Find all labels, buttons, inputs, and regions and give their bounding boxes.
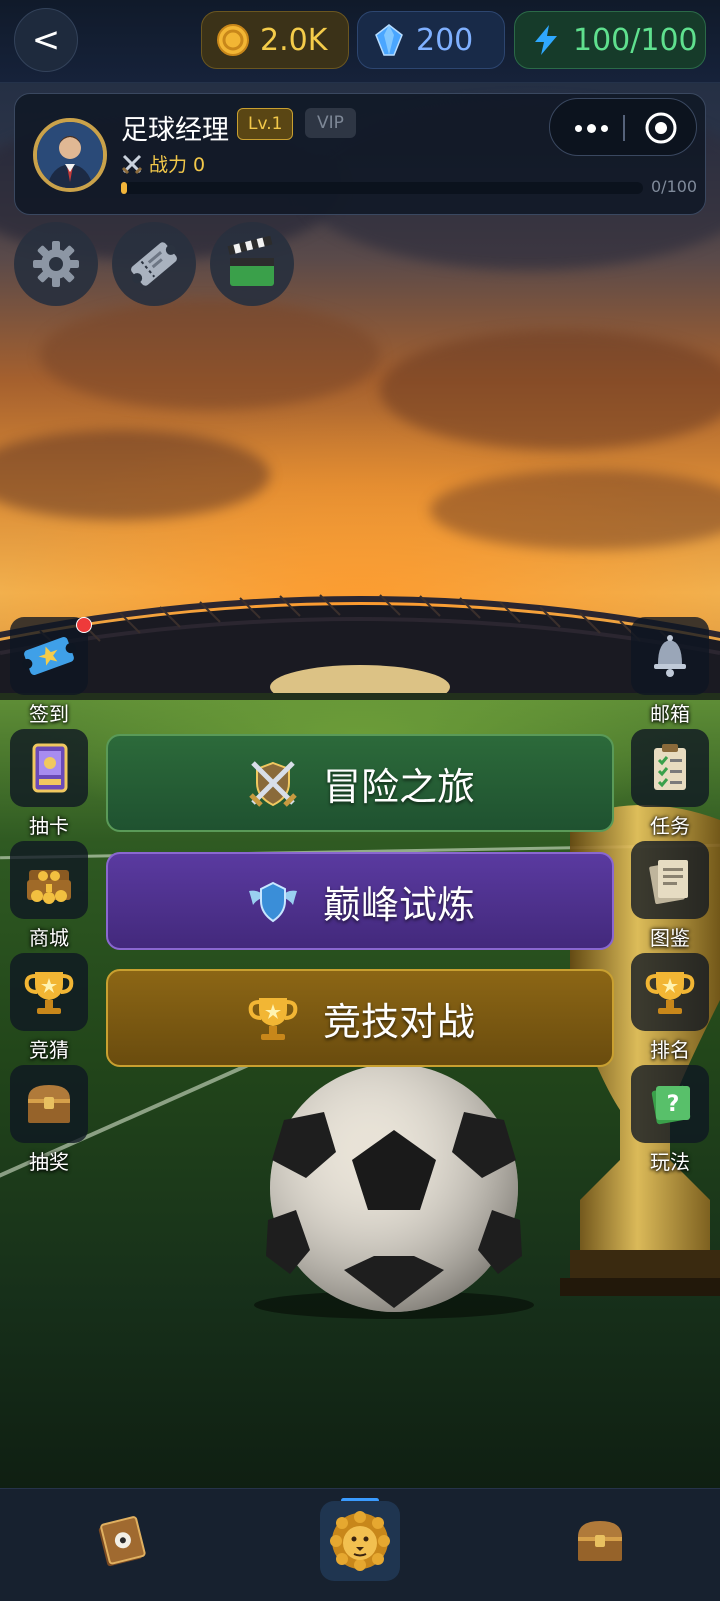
sidebar-item-tasks[interactable]: 任务 bbox=[630, 729, 710, 838]
winged-shield-icon bbox=[248, 881, 297, 923]
sidebar-item-shop[interactable]: 商城 bbox=[9, 841, 89, 950]
sidebar-item-label: 邮箱 bbox=[650, 702, 690, 726]
sidebar-item-label: 排名 bbox=[650, 1038, 690, 1062]
xp-text: 0/100 bbox=[651, 177, 698, 196]
gem-amount: 200 bbox=[416, 22, 474, 58]
level-badge: Lv.1 bbox=[237, 108, 294, 140]
back-button[interactable]: < bbox=[14, 8, 78, 72]
sidebar-item-checkin[interactable]: 签到 bbox=[9, 617, 89, 726]
settings-button[interactable] bbox=[14, 222, 98, 306]
crossed-swords-icon bbox=[121, 154, 143, 174]
chest-icon bbox=[28, 1085, 70, 1123]
capsule-divider bbox=[623, 115, 625, 141]
profile-card: 足球经理 Lv.1 VIP 战力 0 0/100 bbox=[14, 93, 706, 215]
sidebar-item-label: 抽奖 bbox=[29, 1150, 69, 1174]
chest-icon bbox=[578, 1521, 622, 1561]
more-button[interactable] bbox=[568, 110, 614, 146]
clapperboard-icon bbox=[227, 236, 274, 286]
papers-icon bbox=[649, 860, 688, 904]
xp-progress-bar bbox=[121, 182, 643, 194]
sidebar-item-ranking[interactable]: 排名 bbox=[630, 953, 710, 1062]
trophy-icon bbox=[24, 972, 74, 1014]
sidebar-item-label: 抽卡 bbox=[29, 814, 69, 838]
gem-icon bbox=[375, 24, 403, 56]
peak-trial-mode-button[interactable]: 巅峰试炼 bbox=[106, 852, 614, 950]
sidebar-item-label: 玩法 bbox=[650, 1150, 690, 1174]
sidebar-item-label: 签到 bbox=[29, 702, 69, 726]
sidebar-item-mailbox[interactable]: 邮箱 bbox=[630, 617, 710, 726]
bottom-nav bbox=[0, 1488, 720, 1601]
card-book-icon bbox=[98, 1516, 146, 1567]
avatar[interactable] bbox=[33, 118, 107, 192]
card-icon bbox=[32, 743, 68, 793]
sidebar-item-label: 图鉴 bbox=[650, 926, 690, 950]
sidebar-item-label: 商城 bbox=[29, 926, 69, 950]
ticket-icon bbox=[131, 242, 177, 286]
redeem-code-button[interactable] bbox=[112, 222, 196, 306]
sidebar-item-collection[interactable]: 图鉴 bbox=[630, 841, 710, 950]
manager-portrait-icon bbox=[37, 122, 103, 188]
help-book-icon: ? bbox=[651, 1085, 691, 1125]
energy-balance[interactable]: 100/100 bbox=[514, 11, 706, 69]
back-icon: < bbox=[31, 20, 61, 60]
mode-label: 巅峰试炼 bbox=[322, 882, 475, 927]
top-bar: < 2.0K 200 100/100 bbox=[0, 0, 720, 83]
energy-amount: 100/100 bbox=[573, 22, 698, 58]
arena-battle-mode-button[interactable]: 竞技对战 bbox=[106, 969, 614, 1067]
xp-progress-fill bbox=[121, 182, 127, 194]
video-button[interactable] bbox=[210, 222, 294, 306]
gear-icon bbox=[33, 241, 79, 287]
trophy-icon bbox=[248, 998, 298, 1040]
ticket-icon bbox=[22, 637, 76, 675]
treasure-gold-icon bbox=[27, 870, 71, 904]
gem-balance[interactable]: 200 bbox=[357, 11, 505, 69]
clipboard-icon bbox=[654, 744, 686, 790]
vip-badge[interactable]: VIP bbox=[305, 108, 356, 138]
miniprogram-capsule bbox=[549, 98, 697, 156]
mode-label: 竞技对战 bbox=[322, 999, 475, 1044]
sidebar-item-lottery[interactable]: 抽奖 bbox=[9, 1065, 89, 1174]
coin-balance[interactable]: 2.0K bbox=[201, 11, 349, 69]
lion-icon bbox=[330, 1511, 390, 1571]
nav-tab-chest[interactable] bbox=[560, 1501, 640, 1581]
player-name: 足球经理 bbox=[121, 115, 229, 146]
close-target-icon[interactable] bbox=[644, 111, 678, 145]
svg-text:?: ? bbox=[667, 1092, 680, 1117]
adventure-mode-button[interactable]: 冒险之旅 bbox=[106, 734, 614, 832]
notification-badge bbox=[76, 617, 92, 633]
mode-label: 冒险之旅 bbox=[322, 764, 475, 809]
crossed-swords-shield-icon bbox=[249, 761, 297, 807]
sidebar-item-howtoplay[interactable]: ? 玩法 bbox=[630, 1065, 710, 1174]
sidebar-item-label: 竞猜 bbox=[29, 1038, 69, 1062]
sidebar-item-label: 任务 bbox=[650, 814, 690, 838]
nav-tab-cards[interactable] bbox=[80, 1501, 160, 1581]
coin-amount: 2.0K bbox=[260, 22, 328, 58]
bell-icon bbox=[654, 635, 686, 677]
lightning-icon bbox=[535, 25, 557, 55]
sidebar-item-draw-card[interactable]: 抽卡 bbox=[9, 729, 89, 838]
coin-icon bbox=[217, 24, 249, 56]
nav-tab-home[interactable] bbox=[320, 1501, 400, 1581]
power-row: 战力 0 bbox=[121, 150, 205, 177]
football-image bbox=[254, 1064, 534, 1319]
power-label: 战力 0 bbox=[149, 154, 206, 176]
sidebar-item-guess[interactable]: 竞猜 bbox=[9, 953, 89, 1062]
trophy-icon bbox=[645, 972, 695, 1014]
